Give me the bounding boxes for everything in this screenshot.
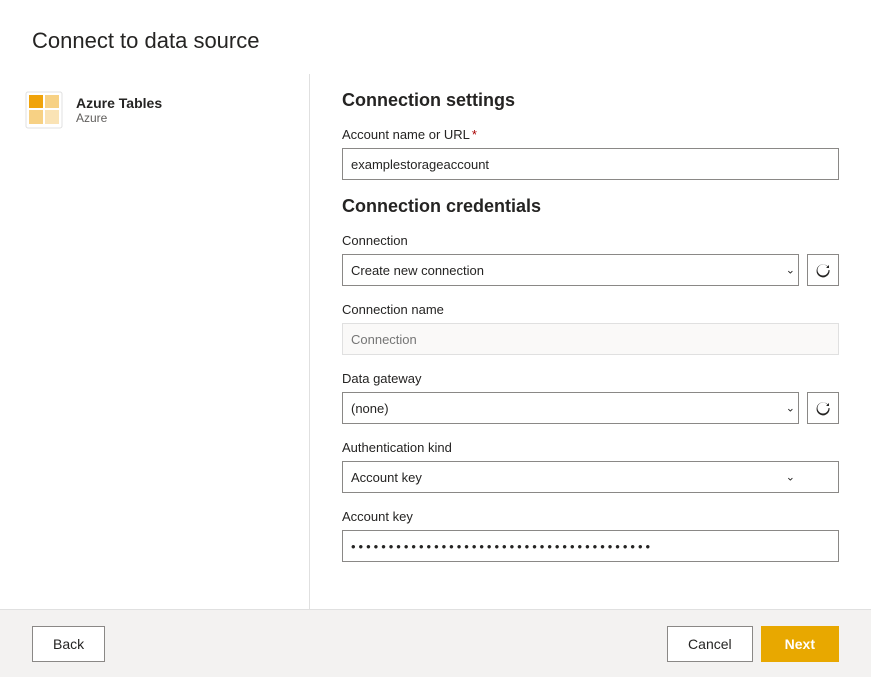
account-name-input[interactable] — [342, 148, 839, 180]
page-title: Connect to data source — [0, 0, 871, 74]
connection-name-label: Connection name — [342, 302, 839, 317]
cancel-button[interactable]: Cancel — [667, 626, 753, 662]
connector-item: Azure Tables Azure — [24, 90, 285, 130]
azure-tables-icon — [24, 90, 64, 130]
account-name-label: Account name or URL* — [342, 127, 839, 142]
auth-kind-group: Authentication kind Account keyShared Ac… — [342, 440, 839, 493]
connector-name: Azure Tables — [76, 95, 162, 111]
auth-kind-select[interactable]: Account keyShared Access Signature (SAS)… — [342, 461, 839, 493]
data-gateway-group: Data gateway (none)Other gateway ⌄ — [342, 371, 839, 424]
account-key-input[interactable] — [342, 530, 839, 562]
back-button[interactable]: Back — [32, 626, 105, 662]
auth-kind-label: Authentication kind — [342, 440, 839, 455]
data-gateway-refresh-button[interactable] — [807, 392, 839, 424]
right-panel: Connection settings Account name or URL*… — [310, 74, 871, 609]
auth-kind-select-wrapper: Account keyShared Access Signature (SAS)… — [342, 461, 839, 493]
account-key-label: Account key — [342, 509, 839, 524]
credentials-section: Connection credentials Connection Create… — [342, 196, 839, 562]
data-gateway-label: Data gateway — [342, 371, 839, 386]
connection-select[interactable]: Create new connectionUse existing connec… — [342, 254, 799, 286]
connector-provider: Azure — [76, 111, 162, 125]
left-panel: Azure Tables Azure — [0, 74, 310, 609]
connection-name-input[interactable] — [342, 323, 839, 355]
footer: Back Cancel Next — [0, 609, 871, 677]
connection-select-wrapper: Create new connectionUse existing connec… — [342, 254, 839, 286]
required-indicator: * — [472, 127, 477, 142]
refresh-icon-gateway — [815, 400, 831, 416]
connection-group: Connection Create new connectionUse exis… — [342, 233, 839, 286]
refresh-icon — [815, 262, 831, 278]
next-button[interactable]: Next — [761, 626, 839, 662]
data-gateway-select[interactable]: (none)Other gateway — [342, 392, 799, 424]
connection-label: Connection — [342, 233, 839, 248]
connection-refresh-button[interactable] — [807, 254, 839, 286]
connector-info: Azure Tables Azure — [76, 95, 162, 125]
footer-left: Back — [32, 626, 105, 662]
connection-name-group: Connection name — [342, 302, 839, 355]
connection-settings-title: Connection settings — [342, 90, 839, 111]
credentials-title: Connection credentials — [342, 196, 839, 217]
data-gateway-select-wrapper: (none)Other gateway ⌄ — [342, 392, 839, 424]
account-key-group: Account key — [342, 509, 839, 562]
account-name-group: Account name or URL* — [342, 127, 839, 180]
footer-right: Cancel Next — [667, 626, 839, 662]
